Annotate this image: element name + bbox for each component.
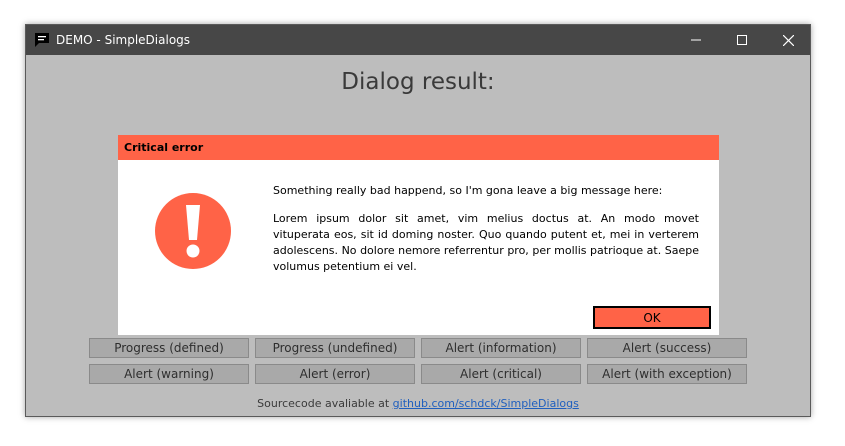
critical-error-dialog: Critical error Something really bad happ… <box>118 135 719 335</box>
exclamation-icon <box>154 192 232 270</box>
title-bar[interactable]: DEMO - SimpleDialogs <box>26 25 810 55</box>
progress-defined-button[interactable]: Progress (defined) <box>89 338 249 358</box>
dialog-title: Critical error <box>124 141 204 154</box>
ok-button[interactable]: OK <box>593 306 711 329</box>
alert-error-button[interactable]: Alert (error) <box>255 364 415 384</box>
maximize-button[interactable] <box>719 25 765 55</box>
dialog-message: Something really bad happend, so I'm gon… <box>273 183 699 287</box>
close-button[interactable] <box>765 25 810 55</box>
message-body: Lorem ipsum dolor sit amet, vim melius d… <box>273 212 699 273</box>
alert-critical-button[interactable]: Alert (critical) <box>421 364 581 384</box>
chat-icon <box>34 32 50 48</box>
footer-text: Sourcecode avaliable at <box>257 397 393 410</box>
progress-undefined-button[interactable]: Progress (undefined) <box>255 338 415 358</box>
window-title: DEMO - SimpleDialogs <box>56 33 191 47</box>
alert-warning-button[interactable]: Alert (warning) <box>89 364 249 384</box>
minimize-button[interactable] <box>673 25 719 55</box>
footer: Sourcecode avaliable at github.com/schdc… <box>26 397 810 410</box>
alert-information-button[interactable]: Alert (information) <box>421 338 581 358</box>
message-intro: Something really bad happend, so I'm gon… <box>273 184 663 197</box>
dialog-result-heading: Dialog result: <box>341 69 495 95</box>
app-window: DEMO - SimpleDialogs Dialog result: Crit… <box>25 24 811 417</box>
alert-with-exception-button[interactable]: Alert (with exception) <box>587 364 747 384</box>
alert-success-button[interactable]: Alert (success) <box>587 338 747 358</box>
dialog-header: Critical error <box>118 135 719 160</box>
github-link[interactable]: github.com/schdck/SimpleDialogs <box>393 397 579 410</box>
